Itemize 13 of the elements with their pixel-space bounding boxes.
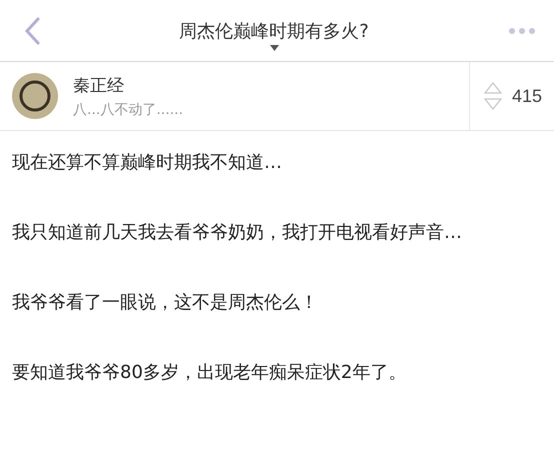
dropdown-icon[interactable]: [270, 44, 278, 50]
author-bio: 八...八不动了......: [73, 100, 184, 118]
vote-count: 415: [512, 86, 542, 106]
answer-paragraph: 现在还算不算巅峰时期我不知道…: [12, 151, 283, 175]
question-title[interactable]: 周杰伦巅峰时期有多火?: [179, 18, 369, 42]
answer-paragraph: 我爷爷看了一眼说，这不是周杰伦么！: [12, 291, 319, 315]
back-icon[interactable]: [24, 16, 40, 44]
avatar-icon[interactable]: [12, 73, 58, 119]
more-icon[interactable]: [508, 26, 536, 34]
answer-paragraph: 要知道我爷爷80多岁，出现老年痴呆症状2年了。: [12, 361, 408, 385]
answer-paragraph: 我只知道前几天我去看爷爷奶奶，我打开电视看好声音…: [12, 221, 463, 245]
author-name[interactable]: 秦正经: [73, 74, 469, 96]
vote-icon[interactable]: [484, 81, 502, 111]
